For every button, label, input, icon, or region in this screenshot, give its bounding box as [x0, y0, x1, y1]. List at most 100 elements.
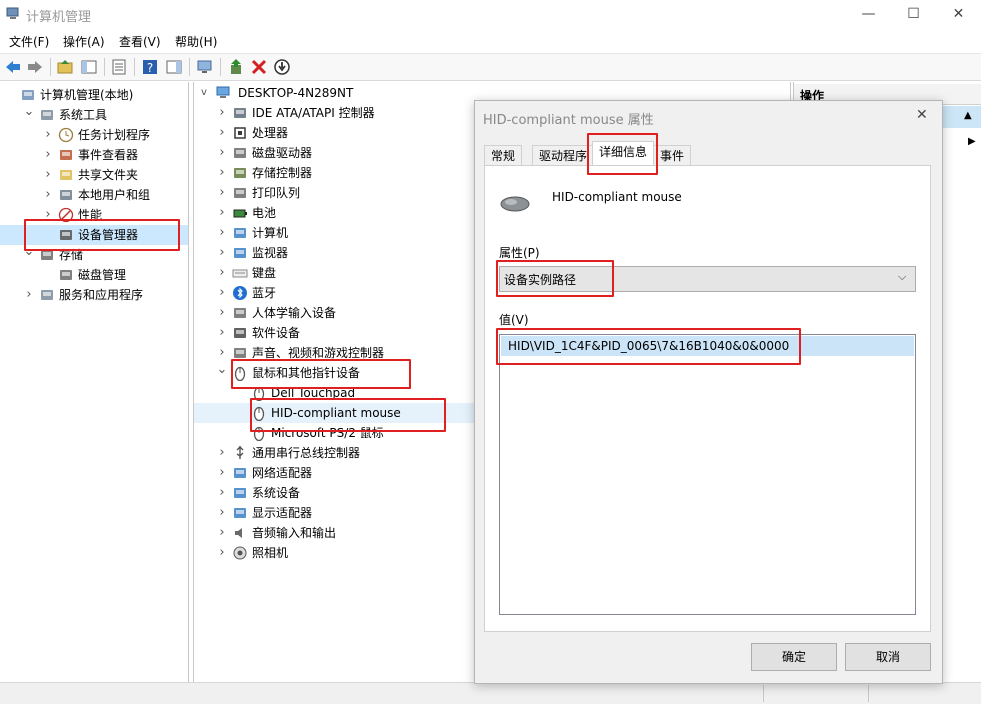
collapsed-chevron-icon[interactable]: › [216, 123, 228, 143]
highlight-box [496, 260, 614, 297]
services-icon [39, 287, 55, 309]
collapsed-chevron-icon[interactable]: › [216, 183, 228, 203]
tree-item-label: 服务和应用程序 [59, 288, 144, 302]
menu-help[interactable]: 帮助(H) [175, 33, 217, 50]
collapsed-chevron-icon[interactable]: › [216, 163, 228, 183]
tab-general[interactable]: 常规 [484, 145, 523, 166]
collapsed-chevron-icon[interactable]: › [216, 523, 228, 543]
tab-events[interactable]: 事件 [653, 145, 692, 166]
collapsed-chevron-icon[interactable]: › [216, 223, 228, 243]
tree-item[interactable]: › 任务计划程序 [0, 125, 188, 145]
toolbar-separator [104, 58, 105, 76]
tree-item-label: 磁盘驱动器 [252, 146, 313, 160]
tree-item-label: 通用串行总线控制器 [252, 446, 361, 460]
tree-item-label: 监视器 [252, 246, 289, 260]
expanded-chevron-icon[interactable]: ⌄ [216, 360, 228, 380]
collapse-chevron-icon[interactable]: v [198, 83, 210, 103]
highlight-box [250, 398, 446, 432]
scan-hardware-icon[interactable] [196, 58, 214, 76]
collapse-up-icon[interactable]: ▲ [964, 110, 972, 121]
uninstall-icon[interactable] [250, 58, 268, 76]
dialog-close-button[interactable]: ✕ [916, 107, 928, 123]
disable-device-icon[interactable] [273, 58, 291, 76]
show-hide-action-pane-icon[interactable] [165, 58, 183, 76]
back-icon[interactable] [4, 58, 22, 76]
tree-item-label: 显示适配器 [252, 506, 313, 520]
minimize-button[interactable]: — [846, 0, 891, 28]
forward-icon[interactable] [26, 58, 44, 76]
update-driver-icon[interactable] [227, 58, 245, 76]
cancel-button[interactable]: 取消 [845, 643, 931, 671]
toolbar-separator [189, 58, 190, 76]
menu-file[interactable]: 文件(F) [9, 33, 49, 50]
collapsed-chevron-icon[interactable]: › [42, 185, 54, 205]
svg-text:?: ? [147, 61, 153, 75]
expanded-chevron-icon[interactable]: ⌄ [23, 102, 35, 122]
menu-view[interactable]: 查看(V) [119, 33, 161, 50]
tree-item-label: 软件设备 [252, 326, 301, 340]
toolbar-separator [50, 58, 51, 76]
maximize-button[interactable]: ☐ [891, 0, 936, 28]
tree-item-label: 照相机 [252, 546, 289, 560]
up-folder-icon[interactable] [56, 58, 74, 76]
tree-item-label: 系统工具 [59, 108, 108, 122]
tree-item-label: 人体学输入设备 [252, 306, 337, 320]
tree-item-label: 打印队列 [252, 186, 301, 200]
ok-button[interactable]: 确定 [751, 643, 837, 671]
collapsed-chevron-icon[interactable]: › [216, 303, 228, 323]
collapsed-chevron-icon[interactable]: › [216, 203, 228, 223]
status-bar [0, 682, 981, 704]
collapsed-chevron-icon[interactable]: › [23, 285, 35, 305]
collapsed-chevron-icon[interactable]: › [42, 165, 54, 185]
more-actions-arrow-icon[interactable]: ▶ [968, 136, 976, 147]
collapsed-chevron-icon[interactable]: › [216, 503, 228, 523]
collapsed-chevron-icon[interactable]: › [216, 323, 228, 343]
collapsed-chevron-icon[interactable]: › [216, 143, 228, 163]
collapsed-chevron-icon[interactable]: › [216, 103, 228, 123]
tree-item[interactable]: › 服务和应用程序 [0, 285, 188, 305]
collapsed-chevron-icon[interactable]: › [42, 145, 54, 165]
tree-item-label: 磁盘管理 [78, 268, 127, 282]
collapsed-chevron-icon[interactable]: › [42, 125, 54, 145]
chevron-down-icon[interactable]: ⌵ [898, 270, 906, 284]
collapsed-chevron-icon[interactable]: › [216, 283, 228, 303]
highlight-box [231, 359, 411, 389]
menu-action[interactable]: 操作(A) [63, 33, 105, 50]
device-name: HID-compliant mouse [552, 190, 682, 204]
collapsed-chevron-icon[interactable]: › [216, 543, 228, 563]
device-tree-root-label: DESKTOP-4N289NT [238, 86, 354, 100]
collapsed-chevron-icon[interactable]: › [216, 263, 228, 283]
property-label: 属性(P) [499, 246, 540, 260]
tree-item-label: 蓝牙 [252, 286, 277, 300]
tab-driver[interactable]: 驱动程序 [532, 145, 595, 166]
toolbar-separator [220, 58, 221, 76]
collapsed-chevron-icon[interactable]: › [216, 243, 228, 263]
properties-icon[interactable] [110, 58, 128, 76]
mouse-device-icon [499, 192, 531, 219]
collapsed-chevron-icon[interactable]: › [216, 463, 228, 483]
tree-item-label: 音频输入和输出 [252, 526, 337, 540]
status-divider [868, 685, 869, 702]
close-button[interactable]: ✕ [936, 0, 981, 28]
highlight-box [24, 219, 180, 251]
properties-dialog: HID-compliant mouse 属性 ✕ 常规 驱动程序 详细信息 事件… [474, 100, 943, 684]
tree-item-label: 键盘 [252, 266, 277, 280]
show-hide-tree-icon[interactable] [80, 58, 98, 76]
tree-item-label: IDE ATA/ATAPI 控制器 [252, 106, 375, 120]
help-icon[interactable]: ? [141, 58, 159, 76]
collapsed-chevron-icon[interactable]: › [216, 483, 228, 503]
tree-item[interactable]: › 共享文件夹 [0, 165, 188, 185]
tree-item-label: 共享文件夹 [78, 168, 139, 182]
toolbar-separator [134, 58, 135, 76]
app-icon [6, 6, 21, 21]
collapsed-chevron-icon[interactable]: › [216, 443, 228, 463]
tree-item[interactable]: ⌄ 系统工具 [0, 102, 188, 125]
window-title: 计算机管理 [26, 10, 92, 25]
tree-item[interactable]: › 事件查看器 [0, 145, 188, 165]
tree-item[interactable]: 磁盘管理 [0, 265, 188, 285]
tree-item-label: 存储控制器 [252, 166, 313, 180]
camera-icon [232, 545, 248, 567]
tree-item-label: 系统设备 [252, 486, 301, 500]
value-list[interactable]: HID\VID_1C4F&PID_0065\7&16B1040&0&0000 [499, 334, 916, 615]
tree-item[interactable]: › 本地用户和组 [0, 185, 188, 205]
